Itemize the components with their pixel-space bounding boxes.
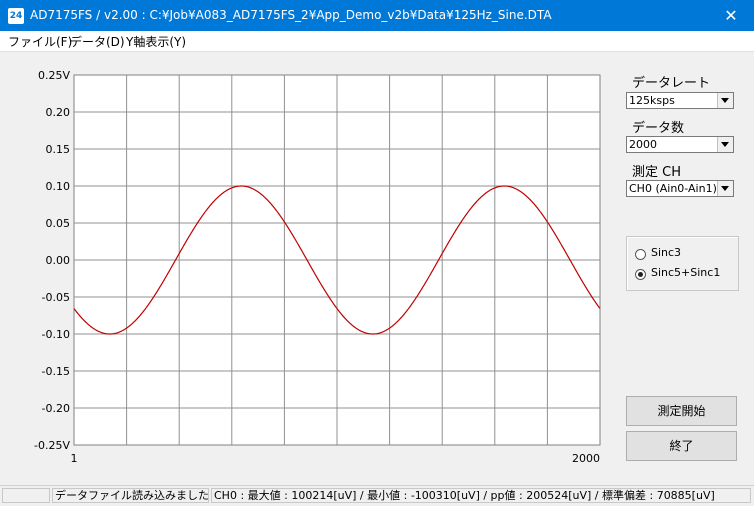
menu-bar: ファイル(F) データ(D) Y軸表示(Y) [0,31,754,52]
y-tick-label: -0.05 [42,291,70,304]
x-tick-label: 2000 [572,452,600,465]
data-rate-label: データレート [632,76,711,91]
channel-value: CH0 (Ain0-Ain1) [629,182,717,195]
y-tick-label: 0.20 [46,106,71,119]
status-bar: データファイル読み込みました CH0 : 最大値 : 100214[uV] / … [0,485,754,506]
title-bar: 24 AD7175FS / v2.00 : C:¥Job¥A083_AD7175… [0,0,754,31]
status-statistics: CH0 : 最大値 : 100214[uV] / 最小値 : -100310[u… [211,488,751,503]
y-tick-label: 0.05 [46,217,71,230]
menu-data[interactable]: データ(D) [70,33,125,50]
chevron-down-icon[interactable] [717,137,733,152]
data-count-select[interactable]: 2000 [626,136,734,153]
start-measurement-button[interactable]: 測定開始 [626,396,737,426]
data-rate-select[interactable]: 125ksps [626,92,734,109]
y-tick-label: 0.15 [46,143,71,156]
data-rate-value: 125ksps [629,94,675,107]
channel-select[interactable]: CH0 (Ain0-Ain1) [626,180,734,197]
window-title: AD7175FS / v2.00 : C:¥Job¥A083_AD7175FS_… [30,8,552,22]
filter-option-label: Sinc5+Sinc1 [651,266,721,279]
filter-option-label: Sinc3 [651,246,682,259]
y-tick-label: -0.15 [42,365,70,378]
chevron-down-icon[interactable] [717,93,733,108]
y-tick-label: -0.25V [34,439,70,452]
close-button[interactable]: ✕ [708,0,754,31]
y-tick-label: 0.10 [46,180,71,193]
waveform-chart: 0.25V 0.20 0.15 0.10 0.05 0.00 -0.05 -0.10 -0.15… [34,69,601,465]
filter-radio-sinc3[interactable]: Sinc3 [635,246,735,262]
chevron-down-icon[interactable] [717,181,733,196]
y-tick-label: 0.00 [46,254,71,267]
data-count-label: データ数 [632,121,685,136]
y-tick-label: -0.10 [42,328,70,341]
app-icon: 24 [8,8,24,24]
filter-radio-sinc5-sinc1[interactable]: Sinc5+Sinc1 [635,266,735,282]
y-tick-label: -0.20 [42,402,70,415]
menu-file[interactable]: ファイル(F) [8,33,72,50]
data-count-value: 2000 [629,138,657,151]
exit-button[interactable]: 終了 [626,431,737,461]
status-message: データファイル読み込みました [52,488,209,503]
status-pane-empty [2,488,50,503]
radio-unchecked-icon [635,249,646,260]
radio-checked-icon [635,269,646,280]
x-tick-label: 1 [71,452,78,465]
y-tick-label: 0.25V [38,69,70,82]
filter-radio-group: Sinc3 Sinc5+Sinc1 [626,236,739,291]
channel-label: 測定 CH [632,165,681,180]
menu-y-axis[interactable]: Y軸表示(Y) [126,33,186,50]
